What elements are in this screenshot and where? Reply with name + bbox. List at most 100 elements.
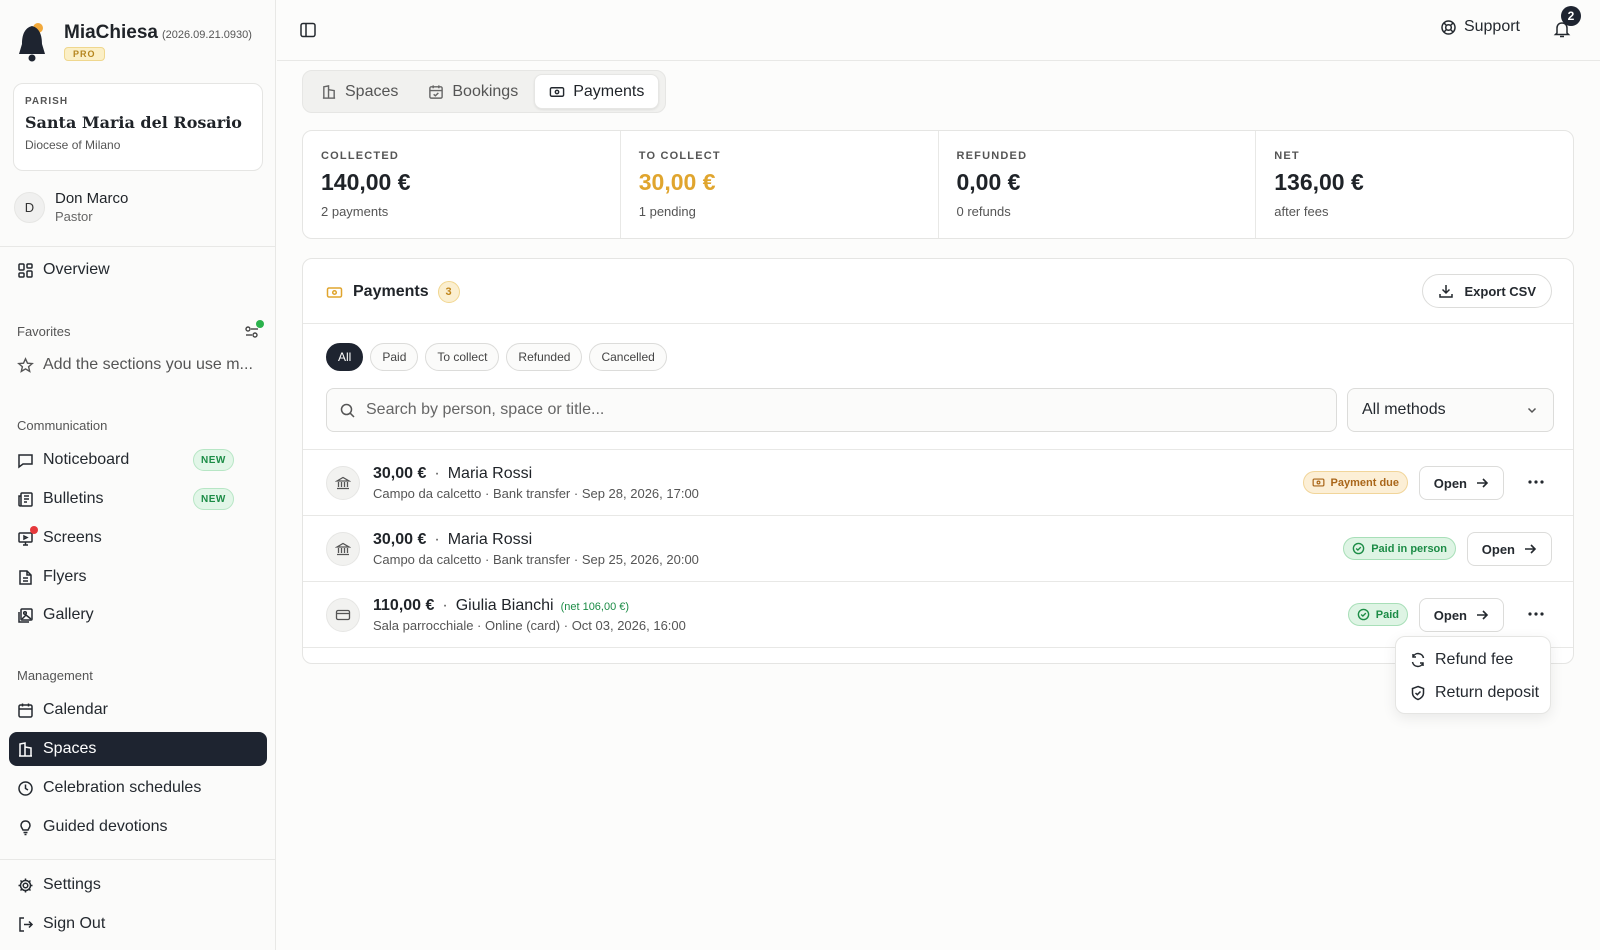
parish-name: Santa Maria del Rosario	[25, 113, 242, 132]
sidebar-item-label: Spaces	[43, 740, 97, 757]
sidebar-item-sign-out[interactable]: Sign Out	[9, 907, 267, 941]
sidebar-item-screens[interactable]: Screens	[9, 521, 267, 555]
tab-bookings[interactable]: Bookings	[414, 74, 532, 109]
sidebar-item-settings[interactable]: Settings	[9, 868, 267, 902]
search-icon	[339, 402, 356, 419]
sidebar-item-flyers[interactable]: Flyers	[9, 560, 267, 594]
more-actions-button[interactable]	[1524, 602, 1548, 626]
payment-amount: 30,00 €	[373, 531, 427, 548]
tab-payments[interactable]: Payments	[534, 74, 660, 109]
stat-sub: 2 payments	[321, 204, 389, 219]
payment-method-value: All methods	[1362, 401, 1446, 418]
menu-item-refund-fee[interactable]: Refund fee	[1396, 643, 1550, 676]
grid-icon	[17, 262, 34, 279]
sidebar-item-gallery[interactable]: Gallery	[9, 598, 267, 632]
payment-row[interactable]: 110,00 € · Giulia Bianchi (net 106,00 €)…	[303, 581, 1573, 647]
support-label: Support	[1463, 18, 1520, 35]
sidebar-item-bulletins[interactable]: Bulletins NEW	[9, 482, 267, 516]
image-icon	[17, 607, 34, 624]
notifications-button[interactable]: 2	[1552, 6, 1581, 39]
sidebar-toggle-icon[interactable]	[299, 21, 317, 39]
favorites-label: Favorites	[17, 324, 71, 339]
tab-label: Payments	[573, 82, 645, 100]
shield-check-icon	[1410, 685, 1435, 701]
status-badge: Payment due	[1302, 471, 1408, 494]
sidebar-item-label: Sign Out	[43, 915, 106, 932]
search-box	[326, 388, 1337, 432]
user-role: Pastor	[55, 209, 93, 224]
message-icon	[17, 452, 34, 469]
sidebar-item-label: Overview	[43, 261, 110, 278]
payments-title-text: Payments	[353, 283, 429, 300]
stat-sub: 0 refunds	[956, 204, 1011, 219]
filter-refunded[interactable]: Refunded	[506, 343, 583, 371]
sidebar-item-spaces[interactable]: Spaces	[9, 732, 267, 766]
open-button[interactable]: Open	[1418, 598, 1504, 632]
sidebar-item-label: Guided devotions	[43, 818, 168, 835]
support-link[interactable]: Support	[1440, 18, 1520, 36]
parish-card[interactable]: PARISH Santa Maria del Rosario Diocese o…	[13, 83, 263, 171]
stat-label: TO COLLECT	[638, 150, 721, 162]
export-csv-label: Export CSV	[1464, 283, 1536, 299]
app-version: (2026.09.21.0930)	[161, 29, 252, 41]
search-input[interactable]	[366, 401, 1266, 419]
filter-paid[interactable]: Paid	[370, 343, 419, 371]
file-icon	[17, 569, 34, 586]
sidebar-item-guided-devotions[interactable]: Guided devotions	[9, 810, 267, 844]
lifebuoy-icon	[1440, 19, 1464, 36]
payment-row[interactable]: 30,00 € · Maria Rossi Campo da calcetto …	[303, 449, 1573, 515]
filter-all[interactable]: All	[326, 343, 364, 371]
arrow-right-icon	[1467, 608, 1489, 622]
payments-card: Payments 3 Export CSV All Paid To collec…	[302, 258, 1574, 664]
star-icon	[17, 356, 34, 374]
menu-item-return-deposit[interactable]: Return deposit	[1396, 676, 1550, 709]
sidebar-item-label: Noticeboard	[43, 451, 130, 468]
favorites-empty-hint[interactable]: Add the sections you use m...	[9, 348, 267, 382]
logout-icon	[17, 916, 34, 933]
payment-person: Maria Rossi	[447, 531, 533, 548]
divider	[0, 859, 276, 860]
payment-row[interactable]: 30,00 € · Maria Rossi Campo da calcetto …	[303, 515, 1573, 581]
tab-spaces[interactable]: Spaces	[307, 74, 412, 109]
favorites-settings-icon[interactable]	[244, 320, 264, 340]
status-label: Paid in person	[1371, 542, 1447, 555]
chevron-down-icon	[1525, 403, 1539, 417]
payment-method-select[interactable]: All methods	[1347, 388, 1554, 432]
stat-collected: COLLECTED 140,00 € 2 payments	[303, 131, 621, 238]
open-button[interactable]: Open	[1466, 532, 1552, 566]
sidebar-item-calendar[interactable]: Calendar	[9, 693, 267, 727]
avatar: D	[14, 191, 45, 223]
parish-label: PARISH	[25, 96, 69, 107]
app-name: MiaChiesa	[64, 22, 158, 43]
status-label: Payment due	[1330, 476, 1399, 489]
sidebar-item-label: Settings	[43, 876, 101, 893]
user-profile[interactable]: D Don Marco Pastor	[14, 190, 128, 224]
row-actions-menu: Refund fee Return deposit	[1395, 636, 1551, 714]
sidebar-item-overview[interactable]: Overview	[9, 253, 267, 287]
new-badge: NEW	[193, 449, 234, 471]
export-csv-button[interactable]: Export CSV	[1422, 274, 1552, 308]
building-icon	[17, 741, 34, 758]
download-icon	[1438, 283, 1464, 299]
stat-value: 30,00 €	[638, 169, 716, 195]
gear-icon	[17, 877, 34, 894]
notification-count-badge: 2	[1561, 6, 1581, 26]
check-circle-icon	[1352, 542, 1371, 555]
parish-diocese: Diocese of Milano	[25, 138, 121, 152]
separator-dot: ·	[442, 597, 448, 614]
filter-cancelled[interactable]: Cancelled	[589, 343, 667, 371]
payments-header: Payments 3 Export CSV	[303, 259, 1573, 324]
sidebar-item-noticeboard[interactable]: Noticeboard NEW	[9, 443, 267, 477]
banknote-icon	[549, 84, 573, 100]
user-name: Don Marco	[55, 190, 129, 207]
more-actions-button[interactable]	[1524, 470, 1548, 494]
stat-refunded: REFUNDED 0,00 € 0 refunds	[939, 131, 1257, 238]
payment-amount: 110,00 €	[373, 597, 435, 614]
open-button[interactable]: Open	[1418, 466, 1504, 500]
sidebar-item-celebration-schedules[interactable]: Celebration schedules	[9, 771, 267, 805]
newspaper-icon	[17, 491, 34, 508]
sidebar-item-label: Screens	[43, 529, 102, 546]
filter-to-collect[interactable]: To collect	[425, 343, 500, 371]
stat-value: 0,00 €	[956, 169, 1021, 195]
brand[interactable]: MiaChiesa (2026.09.21.0930) PRO	[16, 20, 252, 62]
